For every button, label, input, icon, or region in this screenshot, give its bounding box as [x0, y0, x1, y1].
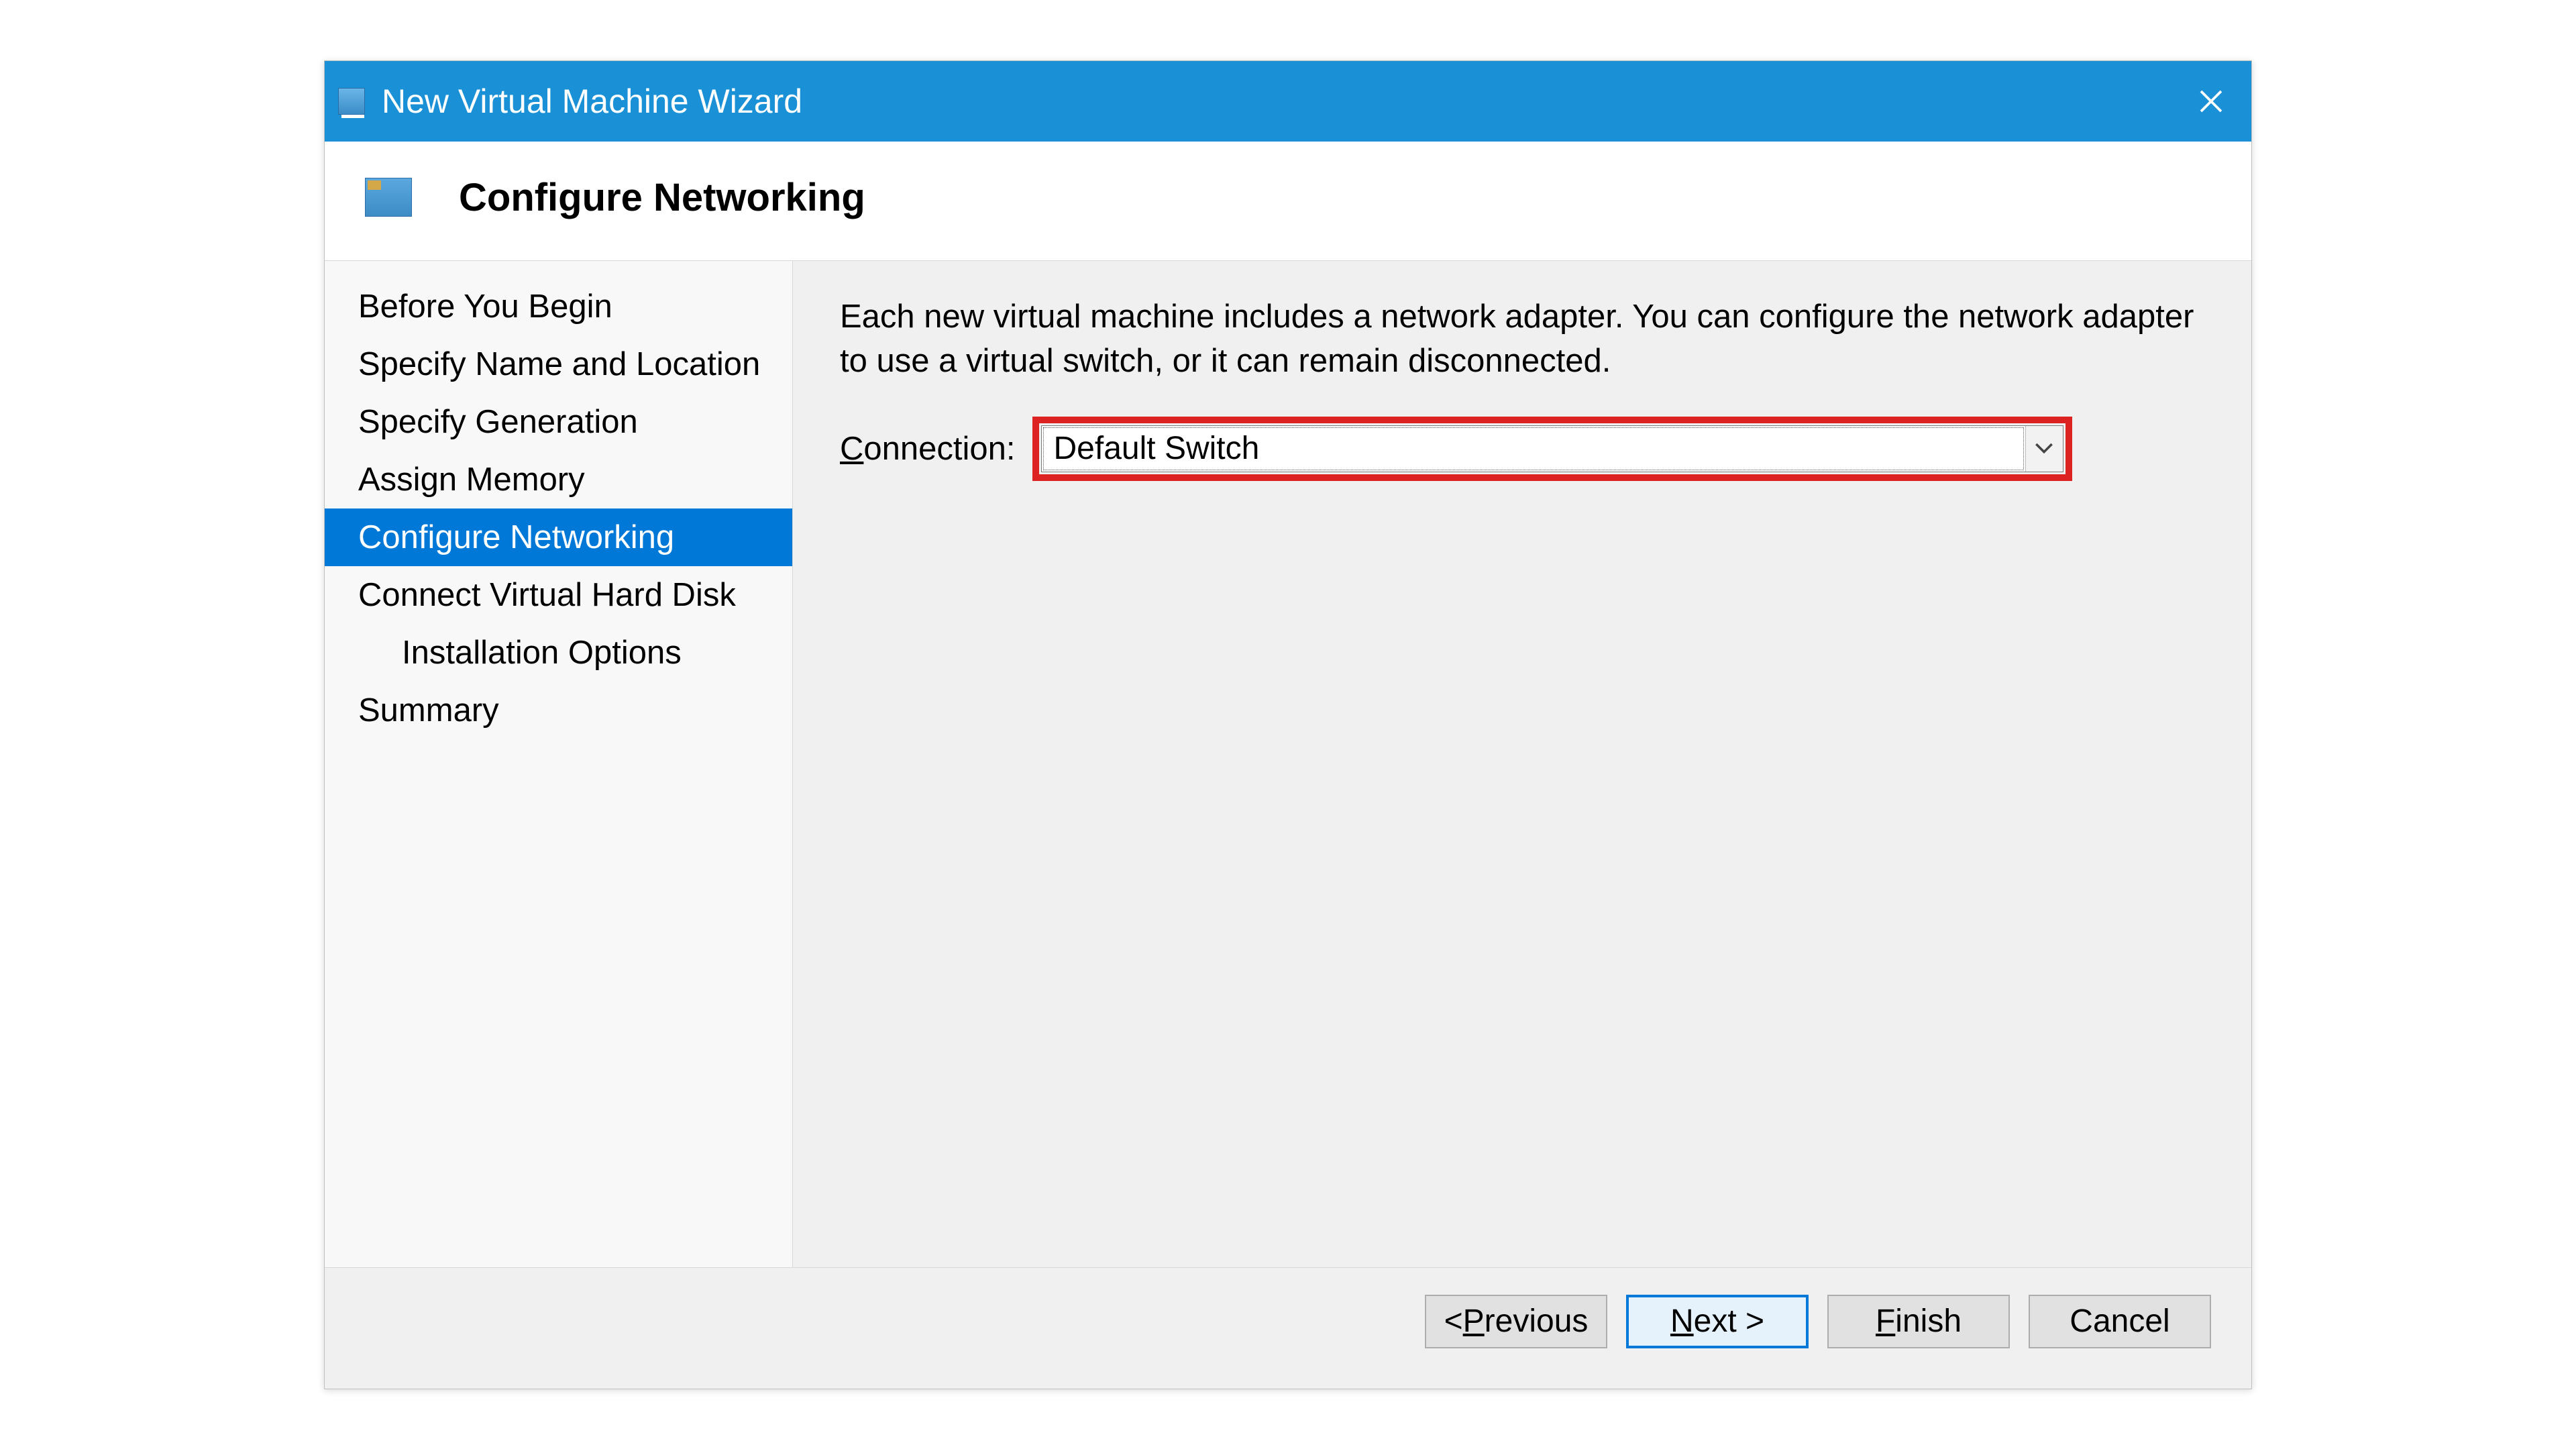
connection-dropdown[interactable]: Default Switch [1041, 425, 2063, 472]
dropdown-arrow-button[interactable] [2025, 426, 2063, 472]
previous-button[interactable]: < Previous [1425, 1295, 1607, 1348]
close-icon [2198, 88, 2224, 115]
connection-row: Connection: Default Switch [840, 417, 2204, 481]
body-area: Before You Begin Specify Name and Locati… [325, 261, 2251, 1267]
sidebar-item-configure-networking[interactable]: Configure Networking [325, 508, 792, 566]
close-button[interactable] [2184, 74, 2238, 128]
window-title: New Virtual Machine Wizard [382, 82, 2184, 121]
wizard-window: New Virtual Machine Wizard Configure Net… [324, 60, 2252, 1389]
sidebar-item-before-you-begin[interactable]: Before You Begin [325, 278, 792, 335]
sidebar-item-specify-generation[interactable]: Specify Generation [325, 393, 792, 451]
titlebar: New Virtual Machine Wizard [325, 61, 2251, 142]
sidebar-item-installation-options[interactable]: Installation Options [325, 624, 792, 682]
connection-dropdown-highlight: Default Switch [1032, 417, 2072, 481]
chevron-down-icon [2035, 442, 2053, 455]
content-area: Each new virtual machine includes a netw… [793, 261, 2251, 1267]
header-section: Configure Networking [325, 142, 2251, 261]
sidebar-item-specify-name[interactable]: Specify Name and Location [325, 335, 792, 393]
description-text: Each new virtual machine includes a netw… [840, 294, 2204, 383]
sidebar-item-assign-memory[interactable]: Assign Memory [325, 451, 792, 508]
next-button[interactable]: Next > [1626, 1295, 1809, 1348]
cancel-button[interactable]: Cancel [2029, 1295, 2211, 1348]
sidebar: Before You Begin Specify Name and Locati… [325, 261, 793, 1267]
sidebar-item-connect-vhd[interactable]: Connect Virtual Hard Disk [325, 566, 792, 624]
connection-label: Connection: [840, 430, 1016, 468]
sidebar-item-summary[interactable]: Summary [325, 682, 792, 739]
footer: < Previous Next > Finish Cancel [325, 1267, 2251, 1389]
wizard-icon [365, 178, 412, 217]
connection-value: Default Switch [1043, 427, 2024, 470]
page-title: Configure Networking [459, 175, 865, 220]
finish-button[interactable]: Finish [1827, 1295, 2010, 1348]
app-icon [338, 88, 365, 115]
